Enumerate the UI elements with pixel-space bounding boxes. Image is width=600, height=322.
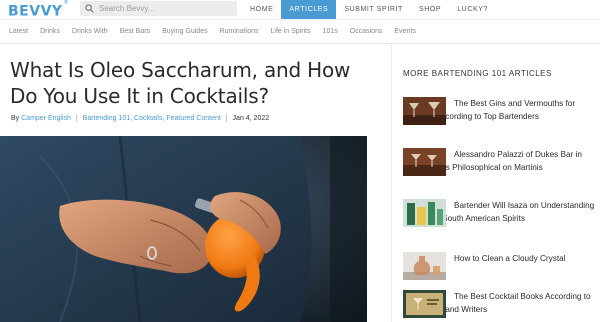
logo-text: BEVVY <box>8 3 63 20</box>
sidebar: MORE BARTENDING 101 ARTICLES The Best Gi… <box>403 68 595 318</box>
article-thumbnail[interactable] <box>403 252 446 280</box>
byline-separator: | <box>75 115 78 122</box>
byline-separator-2: | <box>225 115 228 122</box>
hero-photo-peeling-orange <box>0 136 367 322</box>
article-thumbnail[interactable] <box>403 290 446 318</box>
category-links[interactable]: Bartending 101, Cocktails, Featured Cont… <box>83 115 221 122</box>
sidebar-divider <box>391 44 392 322</box>
sidebar-article[interactable]: How to Clean a Cloudy Crystal Decanter? <box>403 252 595 280</box>
subnav-drinks[interactable]: Drinks <box>34 20 66 44</box>
nav-submit-spirit[interactable]: SUBMIT SPIRIT <box>336 0 411 19</box>
nav-shop[interactable]: SHOP <box>411 0 449 19</box>
search-placeholder: Search Bevvy... <box>99 4 155 13</box>
author-link[interactable]: Camper English <box>21 115 71 122</box>
subnav-best-bars[interactable]: Best Bars <box>114 20 156 44</box>
subnav-events[interactable]: Events <box>388 20 421 44</box>
subnav-101s[interactable]: 101s <box>317 20 344 44</box>
publish-date: Jan 4, 2022 <box>232 115 270 122</box>
bevvy-logo[interactable]: BEVVY® <box>8 0 70 20</box>
subnav-latest[interactable]: Latest <box>3 20 34 44</box>
main-nav: HOME ARTICLES SUBMIT SPIRIT SHOP LUCKY? <box>242 0 496 19</box>
registered-mark: ® <box>63 0 70 6</box>
martini-glasses-thumbnail <box>403 97 446 125</box>
nav-articles[interactable]: ARTICLES <box>281 0 337 19</box>
subnav-occasions[interactable]: Occasions <box>344 20 389 44</box>
article-thumbnail[interactable] <box>403 97 446 125</box>
article-byline: By Camper English | Bartending 101, Cock… <box>11 114 269 124</box>
search-input[interactable]: Search Bevvy... <box>80 1 237 16</box>
sidebar-article[interactable]: Bartender Will Isaza on Understanding an… <box>403 199 595 227</box>
article-thumbnail[interactable] <box>403 148 446 176</box>
nav-lucky[interactable]: LUCKY? <box>449 0 496 19</box>
cocktail-books-thumbnail <box>403 290 446 318</box>
article-thumbnail[interactable] <box>403 199 446 227</box>
sidebar-article[interactable]: Alessandro Palazzi of Dukes Bar in Londo… <box>403 148 595 176</box>
subnav-buying-guides[interactable]: Buying Guides <box>156 20 214 44</box>
hero-image <box>0 136 367 322</box>
decanter-thumbnail <box>403 252 446 280</box>
category-nav: Latest Drinks Drinks With Best Bars Buyi… <box>0 19 600 44</box>
nav-home[interactable]: HOME <box>242 0 281 19</box>
byline-by: By <box>11 115 20 122</box>
search-icon <box>85 4 94 13</box>
top-navigation-bar: BEVVY® Search Bevvy... HOME ARTICLES SUB… <box>0 0 600 19</box>
sidebar-article[interactable]: The Best Gins and Vermouths for Martinis… <box>403 97 595 125</box>
bar-glasses-thumbnail <box>403 148 446 176</box>
subnav-ruminations[interactable]: Ruminations <box>214 20 265 44</box>
subnav-life-in-spirits[interactable]: Life in Spirits <box>265 20 317 44</box>
sidebar-article[interactable]: The Best Cocktail Books According to Bar… <box>403 290 595 318</box>
article-title: What Is Oleo Saccharum, and How Do You U… <box>10 58 351 108</box>
subnav-drinks-with[interactable]: Drinks With <box>66 20 114 44</box>
spirits-bottles-thumbnail <box>403 199 446 227</box>
sidebar-heading: MORE BARTENDING 101 ARTICLES <box>403 69 552 78</box>
